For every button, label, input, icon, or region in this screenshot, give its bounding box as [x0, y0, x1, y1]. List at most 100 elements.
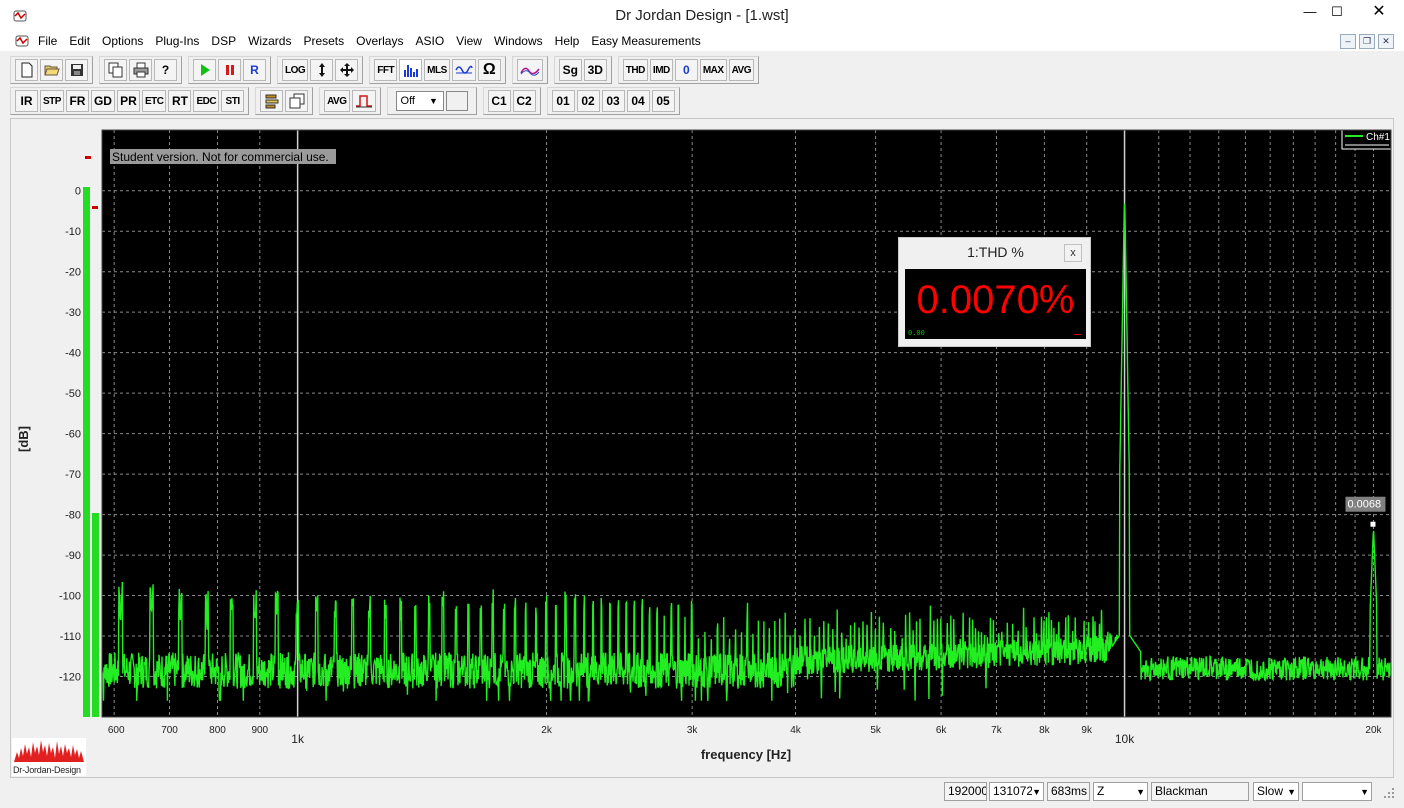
mdi-restore-button[interactable]: ❐: [1359, 34, 1375, 49]
tools-group: [255, 87, 314, 115]
menu-asio[interactable]: ASIO: [415, 33, 450, 49]
duration-field: 683ms: [1047, 782, 1090, 801]
filter-group: [511, 56, 548, 84]
imd-button[interactable]: IMD: [649, 59, 673, 81]
maximize-button[interactable]: ☐: [1322, 0, 1352, 26]
sg-button[interactable]: Sg: [558, 59, 582, 81]
filter-button[interactable]: [516, 59, 543, 81]
toolbar-main: ? R LOG FFT MLS Ω Sg 3D THD IMD 0 MAX AV…: [10, 55, 765, 85]
omega-icon: Ω: [482, 61, 496, 78]
btn-sti[interactable]: STI: [221, 90, 245, 112]
sweep-button[interactable]: [451, 59, 476, 81]
gate-pulse-icon: [355, 95, 372, 108]
save-file-button[interactable]: [65, 59, 88, 81]
y-axis-label: [dB]: [16, 426, 31, 452]
btn-04[interactable]: 04: [626, 90, 650, 112]
btn-ir[interactable]: IR: [15, 90, 38, 112]
menu-overlays[interactable]: Overlays: [356, 33, 409, 49]
meter-peak-left: [85, 156, 91, 159]
menu-help[interactable]: Help: [555, 33, 586, 49]
pan-button[interactable]: [335, 59, 359, 81]
extra-select[interactable]: ▼: [1302, 782, 1372, 801]
pause-button[interactable]: [218, 59, 241, 81]
menu-presets[interactable]: Presets: [303, 33, 350, 49]
btn-fr[interactable]: FR: [65, 90, 89, 112]
print-button[interactable]: [129, 59, 152, 81]
avg-button[interactable]: AVG: [728, 59, 755, 81]
marker-label: 0.0068: [1347, 499, 1381, 511]
max-button[interactable]: MAX: [699, 59, 727, 81]
thd-button[interactable]: THD: [622, 59, 648, 81]
btn-c1[interactable]: C1: [487, 90, 511, 112]
copy-button[interactable]: [104, 59, 127, 81]
chevron-down-icon: ▼: [1360, 787, 1369, 797]
menu-windows[interactable]: Windows: [494, 33, 549, 49]
fft-button[interactable]: FFT: [374, 59, 398, 81]
mdi-minimize-button[interactable]: –: [1340, 34, 1356, 49]
thd-small-readout: 0.00: [908, 329, 925, 337]
y-tick-label: -90: [65, 550, 81, 562]
record-button[interactable]: R: [243, 59, 266, 81]
menu-edit[interactable]: Edit: [69, 33, 96, 49]
play-button[interactable]: [193, 59, 216, 81]
title-bar: Dr Jordan Design - [1.wst] — ☐ ✕: [0, 0, 1404, 32]
weighting-value: Z: [1097, 784, 1105, 798]
chevron-down-icon: ▼: [1136, 787, 1145, 797]
spectrum-chart[interactable]: 0 -10 -20 -30 -40 -50 -60 -70 -80 -90 -100 -110 -120…: [11, 119, 1395, 779]
btn-edc[interactable]: EDC: [193, 90, 220, 112]
windows-button[interactable]: [285, 90, 309, 112]
fft-size-select[interactable]: 131072 ▼: [989, 782, 1044, 801]
btn-05[interactable]: 05: [651, 90, 675, 112]
mdi-close-button[interactable]: ✕: [1378, 34, 1394, 49]
avg2-button[interactable]: AVG: [324, 90, 350, 112]
btn-02[interactable]: 02: [576, 90, 600, 112]
resize-grip-icon[interactable]: [1382, 786, 1396, 800]
thd-window[interactable]: 1:THD % x 0.0070% 0.00: [898, 237, 1091, 347]
btn-03[interactable]: 03: [601, 90, 625, 112]
zero-button[interactable]: 0: [674, 59, 698, 81]
menu-bar: File Edit Options Plug-Ins DSP Wizards Presets…: [0, 32, 1404, 51]
impedance-button[interactable]: Ω: [477, 59, 501, 81]
x-tick-label: 4k: [790, 725, 802, 736]
menu-items: File Edit Options Plug-Ins DSP Wizards Presets…: [38, 33, 713, 49]
speed-select[interactable]: Slow ▼: [1253, 782, 1299, 801]
menu-plug-ins[interactable]: Plug-Ins: [155, 33, 205, 49]
menu-dsp[interactable]: DSP: [211, 33, 242, 49]
mls-button[interactable]: MLS: [424, 59, 450, 81]
off-extra-box[interactable]: [445, 91, 468, 111]
new-file-button[interactable]: [15, 59, 38, 81]
marker-point[interactable]: [1370, 521, 1376, 527]
btn-gd[interactable]: GD: [90, 90, 115, 112]
gate-button[interactable]: [351, 90, 376, 112]
spectrum-button[interactable]: [399, 59, 423, 81]
y-tick-label: -70: [65, 469, 81, 481]
menu-easy-measurements[interactable]: Easy Measurements: [591, 33, 706, 49]
btn-01[interactable]: 01: [551, 90, 575, 112]
3d-button[interactable]: 3D: [583, 59, 607, 81]
menu-file[interactable]: File: [38, 33, 63, 49]
menu-wizards[interactable]: Wizards: [248, 33, 297, 49]
log-button[interactable]: LOG: [282, 59, 309, 81]
btn-etc[interactable]: ETC: [141, 90, 167, 112]
chevron-down-icon: ▼: [1287, 787, 1296, 797]
btn-pr[interactable]: PR: [116, 90, 140, 112]
open-file-button[interactable]: [40, 59, 63, 81]
help-button[interactable]: ?: [154, 59, 177, 81]
close-button[interactable]: ✕: [1356, 0, 1402, 26]
vertical-zoom-button[interactable]: [310, 59, 334, 81]
btn-rt[interactable]: RT: [168, 90, 192, 112]
document-icon[interactable]: [14, 33, 30, 49]
toolbar-analysis: IR STP FR GD PR ETC RT EDC STI AVG Off ▼ C1 C2 01…: [10, 86, 686, 116]
menu-options[interactable]: Options: [102, 33, 149, 49]
btn-stp[interactable]: STP: [40, 90, 64, 112]
x-tick-label: 900: [251, 725, 268, 736]
menu-view[interactable]: View: [456, 33, 488, 49]
edit-group: ?: [99, 56, 182, 84]
off-select[interactable]: Off ▼: [395, 91, 444, 111]
weighting-select[interactable]: Z ▼: [1093, 782, 1148, 801]
stack-button[interactable]: [260, 90, 284, 112]
minimize-button[interactable]: —: [1295, 0, 1325, 26]
copy-icon: [108, 62, 122, 78]
btn-c2[interactable]: C2: [512, 90, 536, 112]
thd-window-close-button[interactable]: x: [1064, 244, 1082, 262]
